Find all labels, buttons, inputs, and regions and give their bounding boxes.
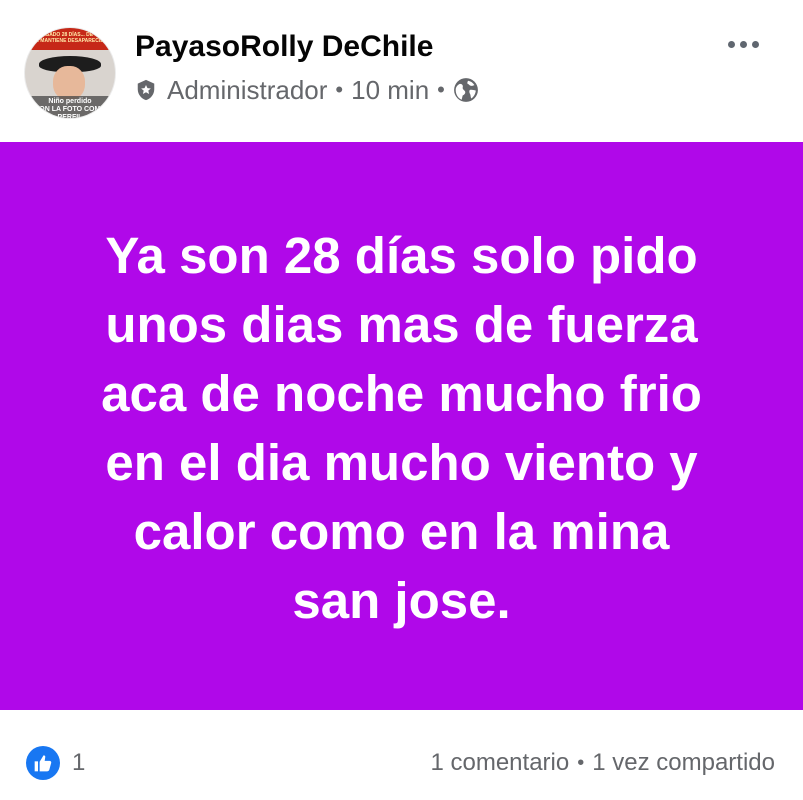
separator-dot: • <box>335 77 344 102</box>
post-meta: Administrador • 10 min • <box>135 72 479 108</box>
like-icon <box>26 746 60 780</box>
engagement-stats: 1 comentario • 1 vez compartido <box>430 746 775 780</box>
reactions-summary[interactable]: 1 <box>26 746 85 780</box>
globe-icon[interactable] <box>453 77 479 103</box>
post-colored-background[interactable]: Ya son 28 días solo pido unos dias mas d… <box>0 142 803 710</box>
post-header: HAN PASADO 28 DÍAS... DE 3 AÑOS SE MANTI… <box>0 0 803 142</box>
comments-count[interactable]: 1 comentario <box>430 749 569 777</box>
more-dot <box>739 40 747 48</box>
separator-dot: • <box>437 77 445 102</box>
more-dot <box>751 40 759 48</box>
author-name[interactable]: PayasoRolly DeChile <box>135 28 433 66</box>
post-text: Ya son 28 días solo pido unos dias mas d… <box>101 227 702 629</box>
separator-dot: • <box>577 751 585 774</box>
avatar-caption: Niño perdido CON LA FOTO COMO PERFIL <box>25 96 115 118</box>
facebook-post: HAN PASADO 28 DÍAS... DE 3 AÑOS SE MANTI… <box>0 0 803 800</box>
more-dot <box>727 40 735 48</box>
avatar-banner-text: HAN PASADO 28 DÍAS... DE 3 AÑOS SE MANTI… <box>25 28 115 50</box>
post-time[interactable]: 10 min <box>351 75 429 106</box>
shares-count[interactable]: 1 vez compartido <box>592 749 775 777</box>
reaction-count: 1 <box>72 749 86 776</box>
avatar[interactable]: HAN PASADO 28 DÍAS... DE 3 AÑOS SE MANTI… <box>25 28 115 118</box>
more-options-icon[interactable] <box>718 26 768 62</box>
shield-star-icon <box>137 79 155 101</box>
author-role: Administrador <box>167 74 328 105</box>
thumbs-up-icon <box>34 755 52 772</box>
post-footer: 1 1 comentario • 1 vez compartido <box>0 710 803 800</box>
avatar-face <box>53 66 85 100</box>
